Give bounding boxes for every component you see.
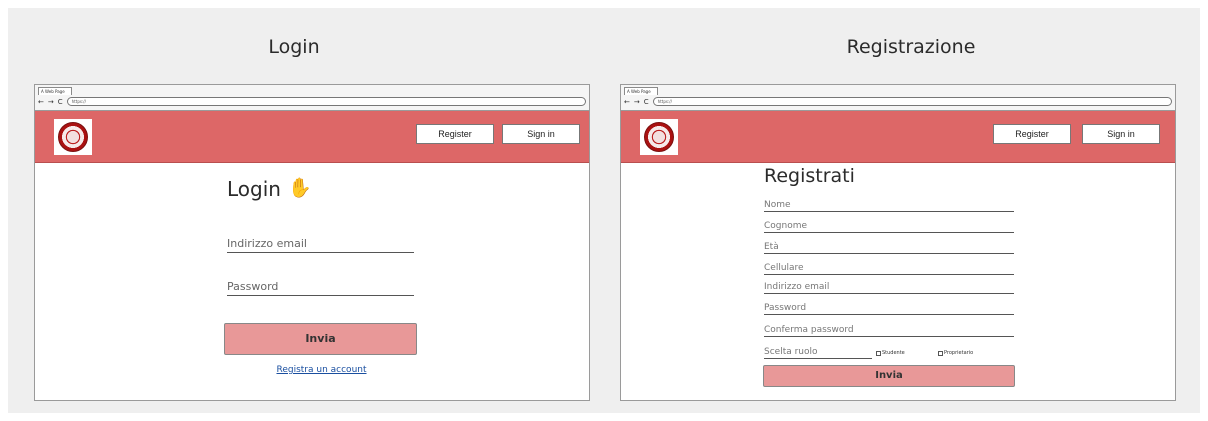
seal-icon (58, 122, 88, 152)
url-bar[interactable]: https:// (66, 97, 586, 106)
checkbox-icon[interactable] (876, 350, 881, 356)
age-field[interactable]: Età (764, 240, 1014, 254)
email-field[interactable]: Indirizzo email (227, 235, 414, 253)
site-header: Register Sign in (621, 111, 1175, 163)
password-field[interactable]: Password (227, 278, 414, 296)
role-select[interactable]: Scelta ruolo (764, 345, 872, 359)
register-button[interactable]: Register (416, 124, 494, 144)
reload-icon[interactable]: C (58, 97, 63, 107)
register-browser-window: A Web Page ← → C https:// Register Sign … (620, 84, 1176, 401)
checkbox-icon[interactable] (938, 350, 943, 356)
surname-field[interactable]: Cognome (764, 219, 1014, 233)
confirm-password-field[interactable]: Conferma password (764, 323, 1014, 337)
register-button[interactable]: Register (993, 124, 1071, 144)
login-heading: Login (227, 177, 281, 201)
url-bar[interactable]: https:// (652, 97, 1172, 106)
login-browser-window: A Web Page ← → C https:// Register Sign … (34, 84, 590, 401)
browser-nav-row: ← → C https:// (38, 96, 586, 107)
wireframe-canvas: Login Registrazione A Web Page ← → C htt… (8, 8, 1200, 413)
seal-icon (644, 122, 674, 152)
submit-button[interactable]: Invia (763, 365, 1015, 387)
owner-label: Proprietario (944, 350, 974, 356)
forward-arrow-icon[interactable]: → (634, 97, 640, 107)
login-board-title: Login (268, 36, 320, 58)
back-arrow-icon[interactable]: ← (624, 97, 630, 107)
student-label: Studente (882, 350, 905, 356)
owner-checkbox[interactable]: Proprietario (938, 350, 973, 356)
sign-in-button[interactable]: Sign in (1082, 124, 1160, 144)
student-checkbox[interactable]: Studente (876, 350, 905, 356)
university-logo[interactable] (640, 119, 678, 155)
browser-tab[interactable]: A Web Page (624, 87, 658, 95)
forward-arrow-icon[interactable]: → (48, 97, 54, 107)
sign-in-button[interactable]: Sign in (502, 124, 580, 144)
university-logo[interactable] (54, 119, 92, 155)
site-header: Register Sign in (35, 111, 589, 163)
email-field[interactable]: Indirizzo email (764, 280, 1014, 294)
browser-chrome: A Web Page ← → C https:// (35, 85, 589, 111)
waving-hand-icon: ✋ (288, 177, 312, 199)
register-heading: Registrati (764, 165, 855, 187)
name-field[interactable]: Nome (764, 198, 1014, 212)
reload-icon[interactable]: C (644, 97, 649, 107)
password-field[interactable]: Password (764, 301, 1014, 315)
browser-chrome: A Web Page ← → C https:// (621, 85, 1175, 111)
phone-field[interactable]: Cellulare (764, 261, 1014, 275)
browser-tab[interactable]: A Web Page (38, 87, 72, 95)
back-arrow-icon[interactable]: ← (38, 97, 44, 107)
browser-nav-row: ← → C https:// (624, 96, 1172, 107)
register-board-title: Registrazione (846, 36, 976, 58)
register-account-link[interactable]: Registra un account (225, 365, 418, 375)
submit-button[interactable]: Invia (224, 323, 417, 355)
